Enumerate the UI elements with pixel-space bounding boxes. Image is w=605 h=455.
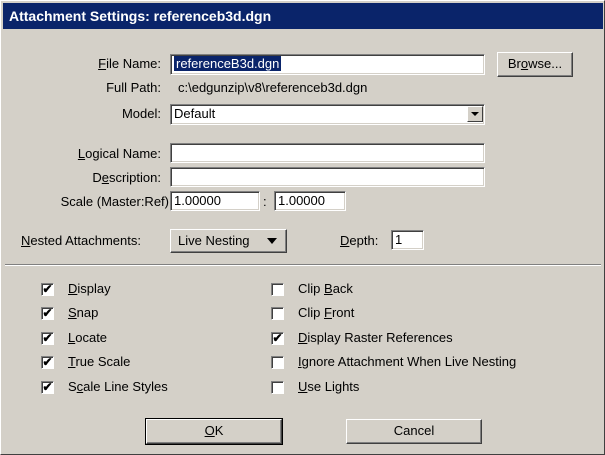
checkbox-box: [271, 283, 284, 296]
nested-attachments-dropdown[interactable]: Live Nesting: [170, 229, 287, 253]
file-name-input[interactable]: referenceB3d.dgn: [170, 54, 485, 75]
browse-button[interactable]: Browse...: [497, 52, 573, 77]
check-icon: ✔: [41, 306, 54, 320]
file-name-label: File Name:: [98, 56, 161, 71]
logical-name-label: Logical Name:: [77, 146, 161, 161]
depth-input[interactable]: 1: [391, 230, 424, 250]
checkbox-box: [271, 356, 284, 369]
full-path-label: Full Path:: [106, 80, 161, 95]
cancel-button[interactable]: Cancel: [346, 419, 482, 444]
ok-button[interactable]: OK: [145, 418, 283, 445]
window-title: Attachment Settings: referenceb3d.dgn: [9, 8, 272, 24]
check-icon: ✔: [41, 282, 54, 296]
check-icon: ✔: [271, 331, 284, 345]
scale-master-input[interactable]: 1.00000: [170, 191, 260, 211]
depth-label: Depth:: [340, 233, 379, 248]
scale-separator: :: [263, 194, 267, 209]
checkbox-box: [271, 381, 284, 394]
check-icon: ✔: [41, 380, 54, 394]
model-label: Model:: [121, 106, 161, 121]
full-path-value: c:\edgunzip\v8\referenceb3d.dgn: [178, 80, 368, 95]
attachment-settings-dialog: Attachment Settings: referenceb3d.dgn Fi…: [0, 0, 605, 455]
check-icon: ✔: [41, 355, 54, 369]
description-label: Description:: [92, 170, 161, 185]
title-bar: Attachment Settings: referenceb3d.dgn: [3, 3, 603, 29]
divider: [5, 264, 601, 266]
scale-ref-input[interactable]: 1.00000: [274, 191, 346, 211]
nested-attachments-label: Nested Attachments:: [21, 233, 141, 248]
model-select[interactable]: Default: [170, 104, 485, 125]
scale-label: Scale (Master:Ref): [60, 194, 169, 209]
check-icon: ✔: [41, 331, 54, 345]
chevron-down-icon[interactable]: [467, 106, 483, 122]
description-input[interactable]: [170, 167, 485, 187]
logical-name-input[interactable]: [170, 143, 485, 163]
chevron-down-icon: [267, 238, 277, 244]
checkbox-box: [271, 307, 284, 320]
